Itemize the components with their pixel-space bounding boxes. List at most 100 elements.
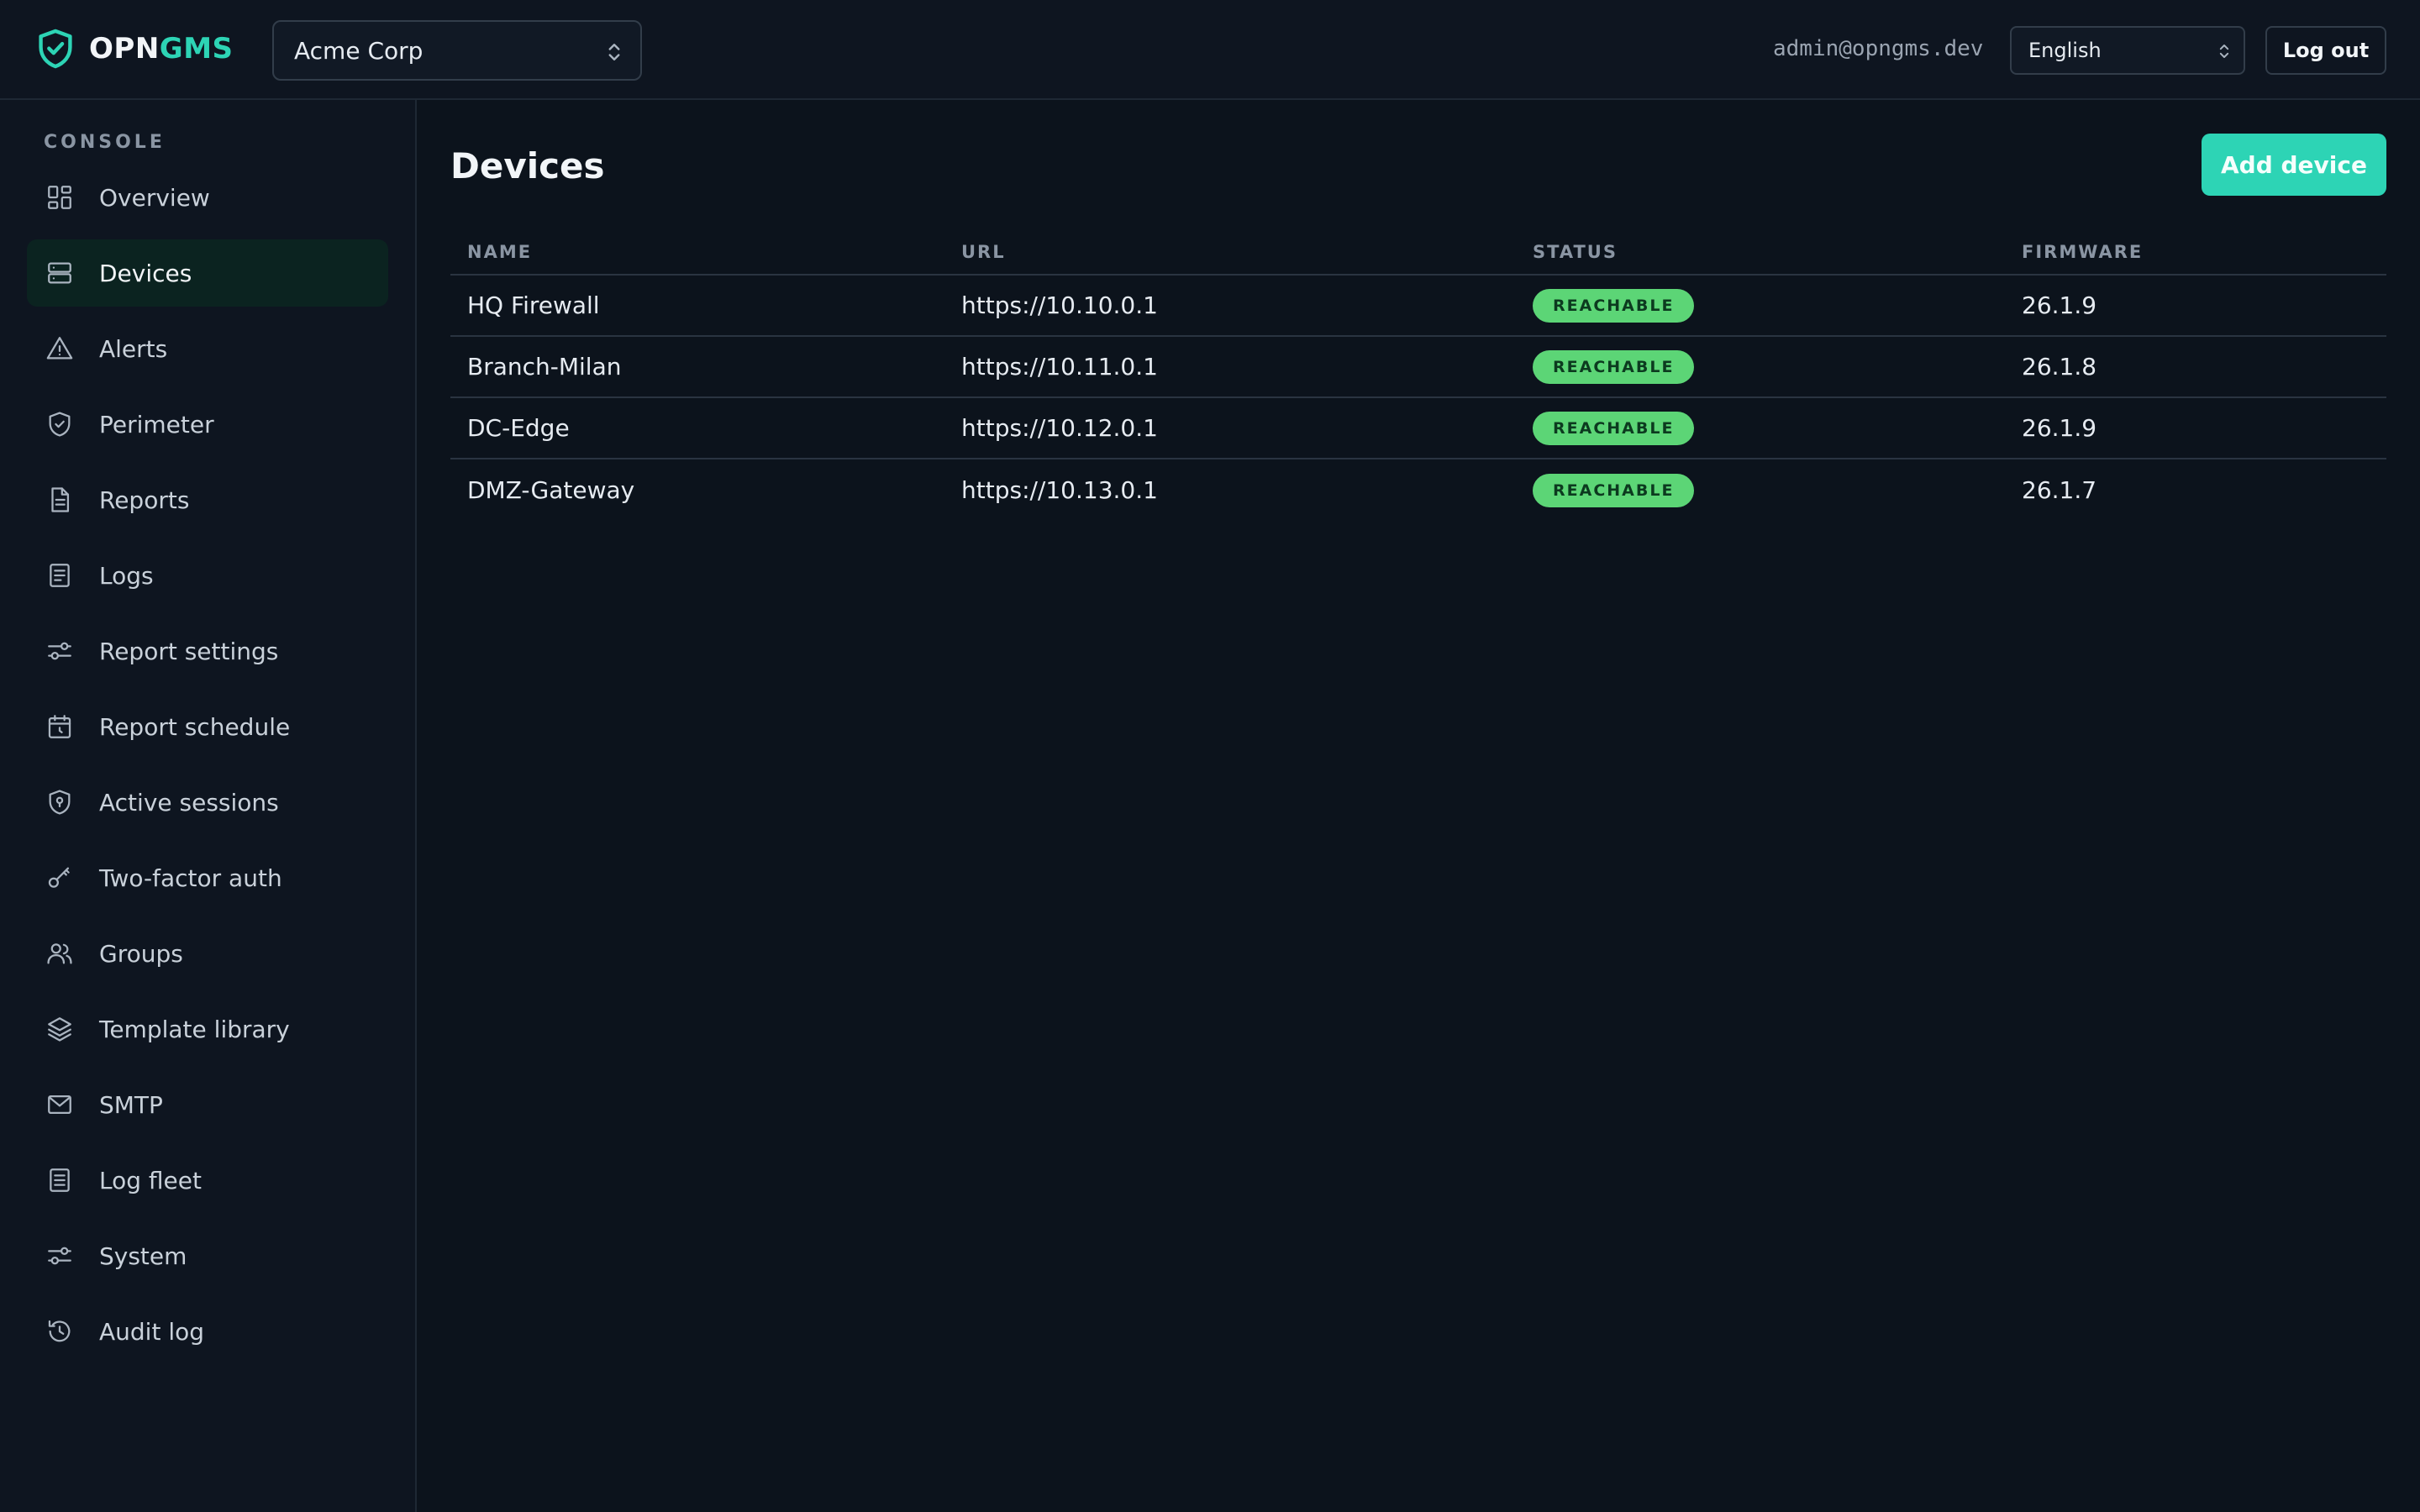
device-url[interactable]: https://10.13.0.1 — [961, 476, 1158, 504]
device-firmware: 26.1.8 — [2022, 353, 2097, 381]
language-select[interactable]: English — [2010, 26, 2245, 75]
device-name[interactable]: DMZ-Gateway — [467, 476, 634, 504]
status-badge-wrap: REACHABLE — [1533, 349, 1695, 384]
sidebar-item-label: Perimeter — [99, 410, 214, 438]
sidebar-item-label: Report settings — [99, 637, 279, 665]
sidebar-item-alerts[interactable]: Alerts — [27, 315, 388, 382]
page-title: Devices — [450, 145, 605, 186]
sidebar-item-template-library[interactable]: Template library — [27, 995, 388, 1063]
add-device-button[interactable]: Add device — [2202, 134, 2386, 196]
language-select-value: English — [2028, 39, 2102, 62]
sliders-icon — [45, 637, 74, 665]
table-row[interactable]: DC-Edge https://10.12.0.1 REACHABLE 26.1… — [450, 398, 2386, 459]
table-row[interactable]: DMZ-Gateway https://10.13.0.1 REACHABLE … — [450, 459, 2386, 521]
device-url[interactable]: https://10.12.0.1 — [961, 414, 1158, 442]
calendar-clock-icon — [45, 712, 74, 741]
table-header: NAME URL STATUS FIRMWARE — [450, 229, 2386, 276]
mail-icon — [45, 1090, 74, 1119]
alert-triangle-icon — [45, 334, 74, 363]
user-email: admin@opngms.dev — [1773, 36, 1984, 61]
column-header-name[interactable]: NAME — [467, 242, 532, 262]
main-content: Devices Add device NAME URL STATUS FIRMW… — [418, 102, 2420, 1512]
app-root: OPNGMS Acme Corp admin@opngms.dev Englis… — [0, 0, 2420, 1512]
sidebar-item-logs[interactable]: Logs — [27, 542, 388, 609]
status-badge-wrap: REACHABLE — [1533, 411, 1695, 445]
column-header-status[interactable]: STATUS — [1533, 242, 1618, 262]
sidebar-item-system[interactable]: System — [27, 1222, 388, 1289]
brand-name-part-b: GMS — [159, 32, 234, 66]
sliders-icon — [45, 1242, 74, 1270]
sidebar-item-label: Audit log — [99, 1317, 205, 1346]
brand-name-part-a: OPN — [89, 32, 160, 66]
sidebar-item-report-settings[interactable]: Report settings — [27, 617, 388, 685]
sidebar-item-smtp[interactable]: SMTP — [27, 1071, 388, 1138]
logout-button[interactable]: Log out — [2265, 26, 2386, 75]
sidebar-nav: Overview Devices Alerts Perimeter Report — [27, 184, 388, 1512]
file-lines-icon — [45, 561, 74, 590]
shield-logo-icon — [39, 29, 72, 69]
device-name[interactable]: DC-Edge — [467, 414, 570, 442]
sidebar-item-label: Report schedule — [99, 712, 291, 741]
top-header: OPNGMS Acme Corp admin@opngms.dev Englis… — [0, 0, 2420, 100]
device-firmware: 26.1.9 — [2022, 291, 2097, 319]
device-url[interactable]: https://10.10.0.1 — [961, 291, 1158, 319]
sidebar-item-groups[interactable]: Groups — [27, 920, 388, 987]
server-icon — [45, 259, 74, 287]
status-badge: REACHABLE — [1533, 349, 1695, 384]
sidebar-item-label: Alerts — [99, 334, 168, 363]
file-list-icon — [45, 1166, 74, 1194]
column-header-url[interactable]: URL — [961, 242, 1006, 262]
shield-pin-icon — [45, 788, 74, 816]
sidebar-item-label: Log fleet — [99, 1166, 202, 1194]
brand-name: OPNGMS — [89, 32, 234, 66]
sidebar-item-active-sessions[interactable]: Active sessions — [27, 769, 388, 836]
devices-table: NAME URL STATUS FIRMWARE HQ Firewall htt… — [450, 229, 2386, 521]
status-badge: REACHABLE — [1533, 288, 1695, 323]
device-name[interactable]: HQ Firewall — [467, 291, 600, 319]
layers-icon — [45, 1015, 74, 1043]
table-row[interactable]: HQ Firewall https://10.10.0.1 REACHABLE … — [450, 276, 2386, 337]
sidebar: CONSOLE Overview Devices Alerts Perimete… — [0, 100, 417, 1512]
users-icon — [45, 939, 74, 968]
sidebar-item-two-factor-auth[interactable]: Two-factor auth — [27, 844, 388, 911]
brand-logo[interactable]: OPNGMS — [37, 27, 234, 71]
sidebar-item-label: Overview — [99, 183, 210, 212]
sidebar-item-log-fleet[interactable]: Log fleet — [27, 1147, 388, 1214]
file-text-icon — [45, 486, 74, 514]
shield-check-icon — [45, 410, 74, 438]
device-firmware: 26.1.9 — [2022, 414, 2097, 442]
sidebar-item-perimeter[interactable]: Perimeter — [27, 391, 388, 458]
sidebar-item-reports[interactable]: Reports — [27, 466, 388, 533]
key-icon — [45, 864, 74, 892]
organization-select[interactable]: Acme Corp — [272, 20, 642, 81]
sidebar-item-audit-log[interactable]: Audit log — [27, 1298, 388, 1365]
sidebar-item-label: Reports — [99, 486, 190, 514]
chevron-updown-icon — [2219, 45, 2229, 58]
sidebar-item-label: Two-factor auth — [99, 864, 282, 892]
sidebar-item-label: Groups — [99, 939, 183, 968]
history-icon — [45, 1317, 74, 1346]
column-header-firmware[interactable]: FIRMWARE — [2022, 242, 2143, 262]
grid-icon — [45, 183, 74, 212]
sidebar-item-devices[interactable]: Devices — [27, 239, 388, 307]
device-firmware: 26.1.7 — [2022, 476, 2097, 504]
sidebar-section-label: CONSOLE — [44, 132, 166, 153]
organization-select-value: Acme Corp — [294, 36, 424, 65]
sidebar-item-label: Devices — [99, 259, 192, 287]
sidebar-nav-list: Overview Devices Alerts Perimeter Report — [27, 164, 388, 1373]
sidebar-item-label: Template library — [99, 1015, 290, 1043]
status-badge: REACHABLE — [1533, 473, 1695, 507]
sidebar-item-report-schedule[interactable]: Report schedule — [27, 693, 388, 760]
sidebar-item-label: SMTP — [99, 1090, 163, 1119]
sidebar-item-label: System — [99, 1242, 187, 1270]
status-badge: REACHABLE — [1533, 411, 1695, 445]
sidebar-item-label: Logs — [99, 561, 154, 590]
device-url[interactable]: https://10.11.0.1 — [961, 353, 1158, 381]
sidebar-item-label: Active sessions — [99, 788, 279, 816]
status-badge-wrap: REACHABLE — [1533, 288, 1695, 323]
sidebar-item-overview[interactable]: Overview — [27, 164, 388, 231]
chevron-updown-icon — [608, 44, 620, 60]
table-row[interactable]: Branch-Milan https://10.11.0.1 REACHABLE… — [450, 337, 2386, 398]
status-badge-wrap: REACHABLE — [1533, 473, 1695, 507]
device-name[interactable]: Branch-Milan — [467, 353, 622, 381]
